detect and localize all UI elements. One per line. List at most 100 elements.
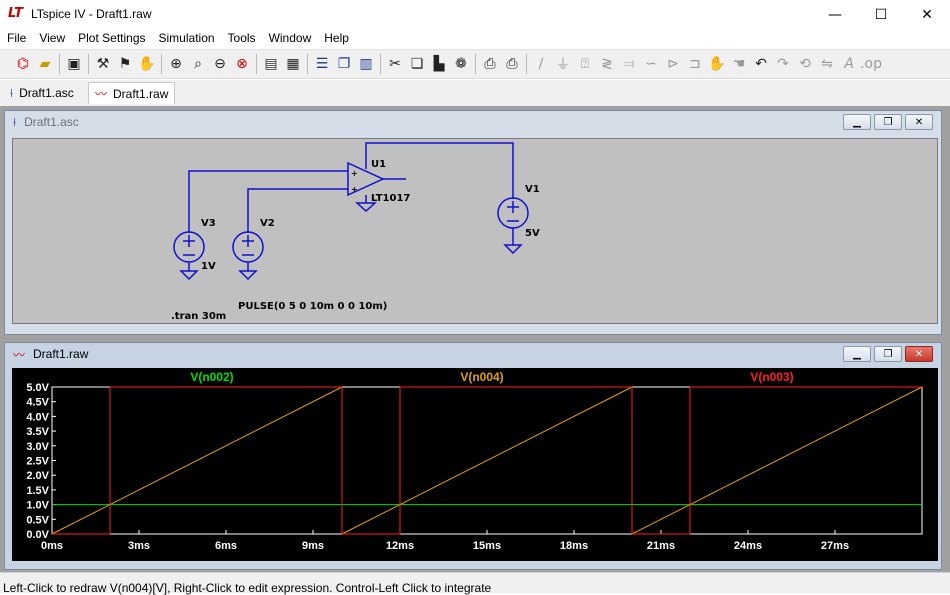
cut-icon[interactable]: ✂ [384, 53, 406, 75]
menu-window[interactable]: Window [262, 29, 318, 48]
find-icon[interactable]: ❁ [450, 53, 472, 75]
toolbar-separator [380, 54, 381, 74]
component-icon[interactable]: ⊐ [684, 53, 706, 75]
save-icon[interactable]: ▣ [63, 53, 85, 75]
zoom-fit-icon[interactable]: ⊗ [231, 53, 253, 75]
capacitor-icon[interactable]: ⫤ [618, 53, 640, 75]
menu-tools[interactable]: Tools [221, 29, 262, 48]
voltage-source-v1 [497, 197, 529, 255]
tran-directive: .tran 30m [171, 311, 226, 322]
toolbar-separator [88, 54, 89, 74]
wire-icon[interactable]: ∕ [530, 53, 552, 75]
x-tick-label: 6ms [215, 540, 237, 552]
halt-icon[interactable]: ✋ [136, 53, 158, 75]
menu-file[interactable]: File [0, 29, 32, 48]
label-icon[interactable]: ⍰ [574, 53, 596, 75]
close-icon[interactable]: ✕ [905, 114, 933, 130]
status-bar: Left-Click to redraw V(n004)[V], Right-C… [0, 572, 950, 595]
autorange-icon[interactable]: ▤ [260, 53, 282, 75]
zoom-in-icon[interactable]: ⊕ [165, 53, 187, 75]
text-icon[interactable]: A [838, 53, 860, 75]
diode-icon[interactable]: ⊳ [662, 53, 684, 75]
u1-value: LT1017 [371, 193, 410, 204]
schematic-drawing: + + V3 1V V2 PULSE(0 5 0 10m 0 0 10m) U1… [171, 142, 540, 322]
menu-view[interactable]: View [32, 29, 71, 48]
toolbar-separator [59, 54, 60, 74]
print-preview-icon[interactable]: ⎙ [479, 53, 501, 75]
cascade-icon[interactable]: ❐ [333, 53, 355, 75]
minimize-icon[interactable]: ▁ [843, 346, 871, 362]
inductor-icon[interactable]: ∽ [640, 53, 662, 75]
waveform-plot: 0.0V0.5V1.0V1.5V2.0V2.5V3.0V3.5V4.0V4.5V… [26, 370, 923, 552]
y-tick-label: 1.5V [26, 485, 49, 497]
x-tick-label: 18ms [560, 540, 588, 552]
x-tick-label: 24ms [734, 540, 762, 552]
mdi-area: ⟊ Draft1.asc ▁ ❐ ✕ + + V3 1V V2 PULSE(0 … [0, 106, 950, 572]
series-v-n004--line [51, 386, 923, 535]
u1-name: U1 [371, 159, 386, 170]
close-button[interactable]: ✕ [904, 0, 950, 29]
x-tick-label: 15ms [473, 540, 501, 552]
waveform-icon: 〰 [13, 347, 26, 362]
paste-icon[interactable]: ▙ [428, 53, 450, 75]
menu-help[interactable]: Help [317, 29, 355, 48]
v1-name: V1 [525, 184, 540, 195]
minimize-icon[interactable]: ▁ [843, 114, 871, 130]
y-tick-label: 3.0V [26, 441, 49, 453]
menu-bar: File View Plot Settings Simulation Tools… [0, 29, 950, 48]
plot-window-title: Draft1.raw [33, 347, 89, 361]
x-tick-label: 3ms [128, 540, 150, 552]
restore-icon[interactable]: ❐ [874, 346, 902, 362]
copy-icon[interactable]: ❏ [406, 53, 428, 75]
v2-value: PULSE(0 5 0 10m 0 0 10m) [238, 301, 387, 312]
print-icon[interactable]: ⎙ [501, 53, 523, 75]
menu-simulation[interactable]: Simulation [152, 29, 221, 48]
redo-icon[interactable]: ↷ [772, 53, 794, 75]
x-tick-label: 9ms [302, 540, 324, 552]
menu-plot-settings[interactable]: Plot Settings [71, 29, 151, 48]
mirror-icon[interactable]: ⇋ [816, 53, 838, 75]
y-tick-label: 3.5V [26, 426, 49, 438]
y-tick-label: 2.5V [26, 456, 49, 468]
schematic-window-titlebar[interactable]: ⟊ Draft1.asc [5, 111, 941, 133]
control-panel-icon[interactable]: ⚒ [92, 53, 114, 75]
opamp-plus-sign: + [351, 169, 358, 178]
schematic-window: ⟊ Draft1.asc ▁ ❐ ✕ + + V3 1V V2 PULSE(0 … [4, 110, 942, 335]
toolbar-separator [526, 54, 527, 74]
plot-window: 〰 Draft1.raw ▁ ❐ ✕ 0.0V 0.5V 1.0V 1.5V 2.0V 2… [4, 342, 942, 570]
plot-canvas[interactable]: 0.0V 0.5V 1.0V 1.5V 2.0V 2.5V 3.0V 3.5V 4.0V 4.5V… [12, 368, 938, 561]
drag-icon[interactable]: ☚ [728, 53, 750, 75]
plot-window-titlebar[interactable]: 〰 Draft1.raw [5, 343, 941, 365]
x-tick-label: 0ms [41, 540, 63, 552]
toolbar-separator [307, 54, 308, 74]
tab-draft1-asc[interactable]: ⟊ Draft1.asc [4, 82, 80, 104]
x-tick-label: 12ms [386, 540, 414, 552]
maximize-button[interactable]: ☐ [858, 0, 904, 29]
v3-value: 1V [201, 261, 216, 272]
schematic-canvas[interactable]: + + V3 1V V2 PULSE(0 5 0 10m 0 0 10m) U1… [12, 138, 938, 324]
zoom-out-icon[interactable]: ⊖ [209, 53, 231, 75]
pan-icon[interactable]: ⌕ [187, 53, 209, 75]
v1-value: 5V [525, 228, 540, 239]
tile-horizontal-icon[interactable]: ☰ [311, 53, 333, 75]
tile-vertical-icon[interactable]: ▥ [355, 53, 377, 75]
move-icon[interactable]: ✋ [706, 53, 728, 75]
new-schematic-icon[interactable]: ⌬ [12, 53, 34, 75]
resistor-icon[interactable]: ≷ [596, 53, 618, 75]
spice-directive-icon[interactable]: .op [860, 53, 882, 75]
undo-icon[interactable]: ↶ [750, 53, 772, 75]
open-icon[interactable]: ▰ [34, 53, 56, 75]
ground-icon[interactable]: ⏚ [552, 53, 574, 75]
v3-name: V3 [201, 218, 216, 229]
y-tick-label: 1.0V [26, 500, 49, 512]
minimize-button[interactable]: — [812, 0, 858, 29]
rotate-icon[interactable]: ⟲ [794, 53, 816, 75]
restore-icon[interactable]: ❐ [874, 114, 902, 130]
v2-name: V2 [260, 218, 275, 229]
schematic-window-controls: ▁ ❐ ✕ [843, 114, 933, 130]
opamp-plus-sign: + [351, 185, 358, 194]
run-icon[interactable]: ⚑ [114, 53, 136, 75]
close-icon[interactable]: ✕ [905, 346, 933, 362]
tab-draft1-raw[interactable]: 〰 Draft1.raw [88, 82, 176, 104]
grid-icon[interactable]: ▦ [282, 53, 304, 75]
